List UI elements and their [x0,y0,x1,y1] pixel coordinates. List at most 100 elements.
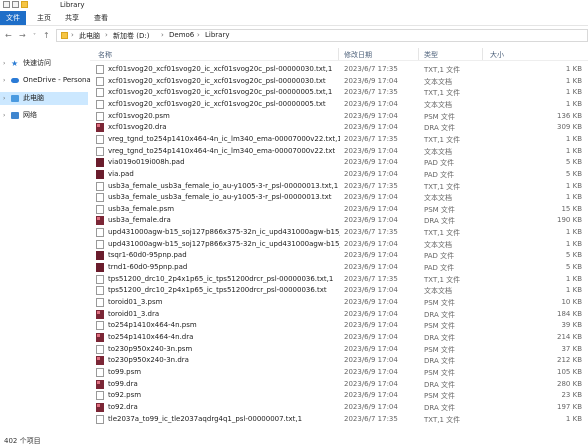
file-name: trnd1-60d0-95pnp.pad [108,263,188,272]
file-size: 309 KB [557,123,582,132]
file-row[interactable]: usb3a_female_usb3a_female_io_au-y1005-3-… [90,192,588,204]
file-type: 文本文档 [424,77,452,86]
breadcrumb-library[interactable]: Library [205,31,229,39]
column-divider[interactable] [338,48,339,60]
sidebar-item-onedrive[interactable]: › OneDrive - Persona [0,74,91,87]
dra-file-icon [96,356,104,366]
file-row[interactable]: to92.dra 2023/6/9 17:04 DRA 文件 197 KB [90,402,588,414]
column-divider[interactable] [482,48,483,60]
breadcrumb-drive-d[interactable]: 新加卷 (D:) [113,31,149,41]
file-type: 文本文档 [424,147,452,156]
breadcrumb-separator-icon[interactable]: › [161,31,164,39]
file-row[interactable]: to254p1410x464-4n.psm 2023/6/9 17:04 PSM 文… [90,320,588,332]
file-date: 2023/6/9 17:04 [344,111,398,120]
up-arrow-icon[interactable]: ↑ [43,31,50,40]
file-type: 文本文档 [424,240,452,249]
file-size: 280 KB [557,379,582,388]
address-bar[interactable]: › 此电脑 › 新加卷 (D:) › Demo6 › Library [56,29,588,42]
column-name[interactable]: 名称 [98,50,112,60]
file-date: 2023/6/9 17:04 [344,169,398,178]
forward-arrow-icon[interactable]: → [19,31,26,40]
file-row[interactable]: vreg_tgnd_to254p1410x464-4n_ic_lm340_ema… [90,146,588,158]
file-name: xcf01svog20_xcf01svog20_ic_xcf01svog20c_… [108,65,333,73]
file-row[interactable]: xcf01svog20_xcf01svog20_ic_xcf01svog20c_… [90,64,588,76]
file-row[interactable]: xcf01svog20_xcf01svog20_ic_xcf01svog20c_… [90,76,588,88]
file-date: 2023/6/7 17:35 [344,181,398,190]
file-row[interactable]: usb3a_female_usb3a_female_io_au-y1005-3-… [90,181,588,193]
chevron-right-icon[interactable]: › [3,92,5,105]
file-row[interactable]: tle2037a_to99_ic_tle2037aqdrg4q1_psl-000… [90,414,588,426]
file-row[interactable]: xcf01svog20.psm 2023/6/9 17:04 PSM 文件 136 K… [90,111,588,123]
file-row[interactable]: upd431000agw-b15_soj127p866x375-32n_ic_u… [90,227,588,239]
sidebar-item-network[interactable]: › 网络 [0,109,88,122]
file-row[interactable]: to230p950x240-3n.dra 2023/6/9 17:04 DRA 文件… [90,355,588,367]
file-row[interactable]: via019o019i008h.pad 2023/6/9 17:04 PAD 文件 5… [90,157,588,169]
file-date: 2023/6/9 17:04 [344,263,398,272]
file-row[interactable]: to99.psm 2023/6/9 17:04 PSM 文件 105 KB [90,367,588,379]
file-type: PAD 文件 [424,170,455,179]
file-date: 2023/6/9 17:04 [344,391,398,400]
breadcrumb-separator-icon[interactable]: › [71,31,74,39]
file-size: 1 KB [565,99,582,108]
file-type: PAD 文件 [424,159,455,168]
file-row[interactable]: toroid01_3.psm 2023/6/9 17:04 PSM 文件 10 KB [90,297,588,309]
chevron-right-icon[interactable]: › [3,109,5,122]
file-row[interactable]: trnd1-60d0-95pnp.pad 2023/6/9 17:04 PAD 文件… [90,262,588,274]
file-date: 2023/6/7 17:35 [344,134,398,143]
back-arrow-icon[interactable]: ← [5,31,12,40]
file-row[interactable]: xcf01svog20.dra 2023/6/9 17:04 DRA 文件 309 K… [90,122,588,134]
sidebar-item-this-pc[interactable]: › 此电脑 [0,92,88,105]
txt-file-icon [96,274,104,284]
tab-share[interactable]: 共享 [59,11,85,25]
column-date[interactable]: 修改日期 [344,50,372,60]
file-size: 214 KB [557,332,582,341]
file-row[interactable]: usb3a_female.psm 2023/6/9 17:04 PSM 文件 15 K… [90,204,588,216]
file-size: 1 KB [565,88,582,97]
file-type: 文本文档 [424,287,452,296]
tab-file[interactable]: 文件 [0,11,26,25]
file-date: 2023/6/9 17:04 [344,344,398,353]
sidebar-item-quick-access[interactable]: › ★ 快速访问 [0,57,88,70]
breadcrumb-separator-icon[interactable]: › [197,31,200,39]
quick-access-toolbar [3,1,28,8]
recent-dropdown-icon[interactable]: ˅ [33,33,36,40]
breadcrumb-demo6[interactable]: Demo6 [169,31,194,39]
file-name: to99.dra [108,379,138,388]
file-date: 2023/6/9 17:04 [344,402,398,411]
file-row[interactable]: upd431000agw-b15_soj127p866x375-32n_ic_u… [90,239,588,251]
window-title: Library [60,1,85,9]
file-row[interactable]: tsqr1-60d0-95pnp.pad 2023/6/9 17:04 PAD 文件… [90,250,588,262]
file-row[interactable]: xcf01svog20_xcf01svog20_ic_xcf01svog20c_… [90,87,588,99]
file-row[interactable]: to92.psm 2023/6/9 17:04 PSM 文件 23 KB [90,390,588,402]
chevron-right-icon[interactable]: › [3,57,5,70]
file-date: 2023/6/9 17:04 [344,298,398,306]
file-row[interactable]: to230p950x240-3n.psm 2023/6/9 17:04 PSM 文件… [90,344,588,356]
column-type[interactable]: 类型 [424,50,438,60]
file-name: upd431000agw-b15_soj127p866x375-32n_ic_u… [108,239,340,248]
column-size[interactable]: 大小 [490,50,504,60]
file-name: tps51200_drc10_2p4x1p65_ic_tps51200drcr_… [108,274,334,283]
file-row[interactable]: vreg_tgnd_to254p1410x464-4n_ic_lm340_ema… [90,134,588,146]
file-name: tle2037a_to99_ic_tle2037aqdrg4q1_psl-000… [108,414,303,423]
file-row[interactable]: to254p1410x464-4n.dra 2023/6/9 17:04 DRA 文… [90,332,588,344]
column-divider[interactable] [418,48,419,60]
file-row[interactable]: tps51200_drc10_2p4x1p65_ic_tps51200drcr_… [90,274,588,286]
tab-view[interactable]: 查看 [88,11,114,25]
chevron-right-icon[interactable]: › [3,74,5,87]
file-row[interactable]: usb3a_female.dra 2023/6/9 17:04 DRA 文件 190 … [90,215,588,227]
properties-icon[interactable] [12,1,19,8]
tab-home[interactable]: 主页 [31,11,57,25]
file-size: 5 KB [565,251,582,260]
breadcrumb-separator-icon[interactable]: › [105,31,108,39]
file-row[interactable]: tps51200_drc10_2p4x1p65_ic_tps51200drcr_… [90,285,588,297]
save-icon[interactable] [3,1,10,8]
txt-file-icon [96,99,104,109]
file-name: vreg_tgnd_to254p1410x464-4n_ic_lm340_ema… [108,146,336,155]
file-size: 39 KB [561,321,582,330]
file-row[interactable]: to99.dra 2023/6/9 17:04 DRA 文件 280 KB [90,379,588,391]
file-name: to254p1410x464-4n.dra [108,332,194,341]
file-row[interactable]: xcf01svog20_xcf01svog20_ic_xcf01svog20c_… [90,99,588,111]
breadcrumb-this-pc[interactable]: 此电脑 [79,31,100,41]
file-row[interactable]: toroid01_3.dra 2023/6/9 17:04 DRA 文件 184 KB [90,309,588,321]
file-row[interactable]: via.pad 2023/6/9 17:04 PAD 文件 5 KB [90,169,588,181]
